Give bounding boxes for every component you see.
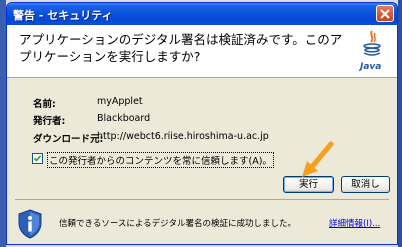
name-label: 名前: (33, 99, 56, 110)
arrow-pointer-icon (302, 141, 334, 177)
download-from-value: http://webct6.riise.hiroshima-u.ac.jp (97, 131, 269, 142)
download-from-label: ダウンロード元: (33, 134, 104, 145)
always-trust-checkbox[interactable] (32, 153, 43, 164)
title-bar[interactable]: 警告 - セキュリティ (7, 3, 397, 25)
shield-info-icon (18, 209, 42, 239)
name-value: myApplet (97, 96, 143, 107)
java-logo-icon: Java (359, 30, 381, 72)
always-trust-label[interactable]: この発行者からのコンテンツを常に信頼します(A)。 (47, 152, 274, 168)
close-button[interactable] (376, 5, 394, 22)
security-warning-dialog: 警告 - セキュリティ アプリケーションのデジタル署名は検証済みです。このアプリ… (6, 2, 398, 245)
checkmark-icon (33, 155, 42, 162)
publisher-label: 発行者: (33, 116, 66, 127)
verification-status-text: 信頼できるソースによるデジタル署名の検証に成功しました。 (59, 219, 296, 229)
verification-message: アプリケーションのデジタル署名は検証済みです。このアプリケーションを実行しますか… (19, 32, 343, 64)
java-logo-text: Java (359, 62, 381, 72)
publisher-value: Blackboard (97, 113, 151, 124)
more-info-link[interactable]: 詳細情報(I)... (329, 217, 380, 229)
dialog-header: アプリケーションのデジタル署名は検証済みです。このアプリケーションを実行しますか… (7, 25, 397, 78)
dialog-footer: 信頼できるソースによるデジタル署名の検証に成功しました。 詳細情報(I)... (7, 199, 397, 244)
footer-divider (15, 199, 389, 200)
window-title: 警告 - セキュリティ (13, 9, 113, 22)
close-icon (380, 9, 390, 19)
cancel-button[interactable]: 取消し (341, 176, 390, 193)
desktop-background-right (398, 0, 402, 247)
